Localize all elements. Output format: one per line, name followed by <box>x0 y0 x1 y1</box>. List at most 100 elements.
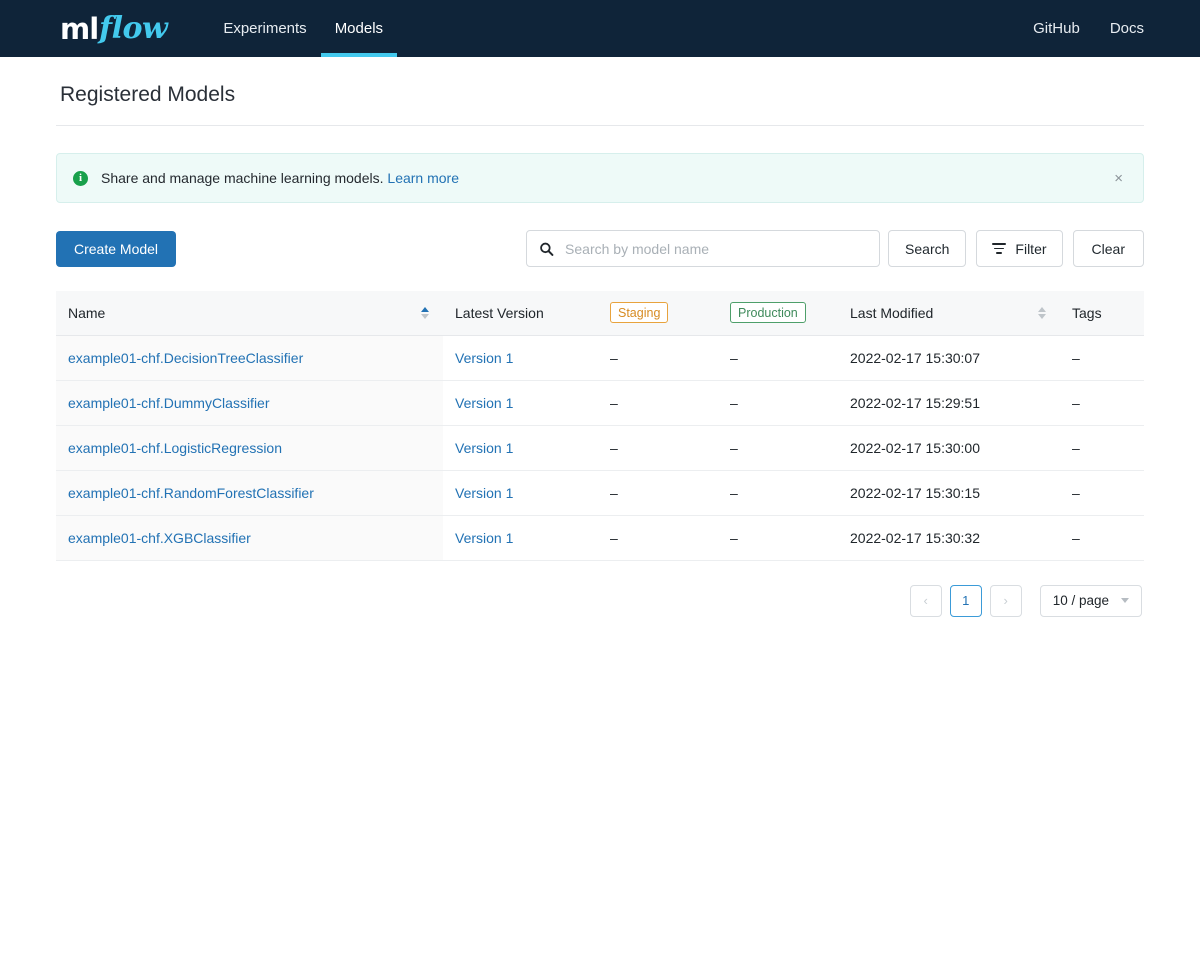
cell-model-name: example01-chf.DecisionTreeClassifier <box>56 335 443 380</box>
cell-tags: – <box>1060 470 1144 515</box>
navbar-right: GitHub Docs <box>1033 0 1144 57</box>
close-icon[interactable]: × <box>1108 167 1129 190</box>
cell-latest-version: Version 1 <box>443 470 598 515</box>
next-page-button[interactable]: › <box>990 585 1022 617</box>
column-header-tags-label: Tags <box>1072 305 1102 321</box>
clear-button[interactable]: Clear <box>1073 230 1144 267</box>
table-row: example01-chf.XGBClassifierVersion 1––20… <box>56 515 1144 560</box>
top-navbar: mlflow Experiments Models GitHub Docs <box>0 0 1200 57</box>
column-header-latest-version-label: Latest Version <box>455 305 544 321</box>
sort-last-modified-icon[interactable] <box>1038 307 1048 319</box>
logo-text-ml: ml <box>60 12 98 46</box>
model-name-link[interactable]: example01-chf.DummyClassifier <box>68 395 270 411</box>
table-body: example01-chf.DecisionTreeClassifier Vers… <box>56 335 1144 560</box>
tab-experiments[interactable]: Experiments <box>209 0 320 57</box>
search-input[interactable] <box>526 230 880 267</box>
cell-staging: – <box>598 425 718 470</box>
chevron-down-icon <box>1121 598 1129 603</box>
filter-button-label: Filter <box>1015 241 1046 257</box>
pagination: ‹ 1 › 10 / page <box>56 561 1144 617</box>
column-header-latest-version: Latest Version <box>443 291 598 335</box>
latest-version-link[interactable]: Version 1 <box>455 350 513 366</box>
tab-experiments-label: Experiments <box>223 20 306 37</box>
cell-latest-version: Version 1 <box>443 515 598 560</box>
table-row: example01-chf.DecisionTreeClassifier Vers… <box>56 335 1144 380</box>
cell-model-name: example01-chf.XGBClassifier <box>56 515 443 560</box>
column-header-production: Production <box>718 291 838 335</box>
navbar-tabs: Experiments Models <box>209 0 397 57</box>
cell-model-name: example01-chf.RandomForestClassifier <box>56 470 443 515</box>
title-divider <box>56 125 1144 126</box>
cell-last-modified: 2022-02-17 15:30:00 <box>838 425 1060 470</box>
column-header-tags: Tags <box>1060 291 1144 335</box>
cell-production: – <box>718 470 838 515</box>
mlflow-logo[interactable]: mlflow <box>60 0 167 57</box>
page-size-select[interactable]: 10 / page <box>1040 585 1142 617</box>
staging-badge: Staging <box>610 302 668 323</box>
logo-text-flow: flow <box>99 11 167 46</box>
cell-model-name: example01-chf.LogisticRegression <box>56 425 443 470</box>
cell-latest-version: Version 1 <box>443 335 598 380</box>
info-alert-banner: i Share and manage machine learning mode… <box>56 153 1144 203</box>
cell-staging: – <box>598 470 718 515</box>
filter-button[interactable]: Filter <box>976 230 1062 267</box>
latest-version-link[interactable]: Version 1 <box>455 485 513 501</box>
cell-staging: – <box>598 515 718 560</box>
cell-production: – <box>718 515 838 560</box>
page-content: Registered Models i Share and manage mac… <box>0 57 1200 617</box>
sort-name-icon[interactable] <box>421 307 431 319</box>
column-header-name-label: Name <box>68 305 105 321</box>
registered-models-table: Name Latest Version Staging <box>56 291 1144 561</box>
page-title: Registered Models <box>56 57 1144 125</box>
info-circle-icon: i <box>73 171 88 186</box>
prev-page-button[interactable]: ‹ <box>910 585 942 617</box>
cell-last-modified: 2022-02-17 15:30:15 <box>838 470 1060 515</box>
latest-version-link[interactable]: Version 1 <box>455 530 513 546</box>
cell-model-name: example01-chf.DummyClassifier <box>56 380 443 425</box>
toolbar-right-group: Search Filter Clear <box>526 230 1144 267</box>
model-name-link[interactable]: example01-chf.DecisionTreeClassifier <box>68 350 303 366</box>
tab-models-label: Models <box>335 20 383 37</box>
cell-staging: – <box>598 380 718 425</box>
cell-latest-version: Version 1 <box>443 425 598 470</box>
latest-version-link[interactable]: Version 1 <box>455 440 513 456</box>
cell-latest-version: Version 1 <box>443 380 598 425</box>
create-model-button[interactable]: Create Model <box>56 231 176 267</box>
alert-message-text: Share and manage machine learning models… <box>101 170 384 186</box>
navbar-left: mlflow Experiments Models <box>0 0 1033 57</box>
cell-staging: – <box>598 335 718 380</box>
model-name-link[interactable]: example01-chf.LogisticRegression <box>68 440 282 456</box>
docs-link[interactable]: Docs <box>1110 20 1144 37</box>
cell-last-modified: 2022-02-17 15:30:32 <box>838 515 1060 560</box>
cell-production: – <box>718 425 838 470</box>
filter-icon <box>992 243 1006 253</box>
production-badge: Production <box>730 302 806 323</box>
model-name-link[interactable]: example01-chf.XGBClassifier <box>68 530 251 546</box>
cell-last-modified: 2022-02-17 15:29:51 <box>838 380 1060 425</box>
search-button[interactable]: Search <box>888 230 966 267</box>
table-row: example01-chf.LogisticRegression Version … <box>56 425 1144 470</box>
cell-tags: – <box>1060 380 1144 425</box>
cell-tags: – <box>1060 335 1144 380</box>
column-header-last-modified-label: Last Modified <box>850 305 933 321</box>
model-name-link[interactable]: example01-chf.RandomForestClassifier <box>68 485 314 501</box>
cell-production: – <box>718 335 838 380</box>
cell-production: – <box>718 380 838 425</box>
tab-models[interactable]: Models <box>321 0 397 57</box>
latest-version-link[interactable]: Version 1 <box>455 395 513 411</box>
search-field-wrapper <box>526 230 880 267</box>
table-header-row: Name Latest Version Staging <box>56 291 1144 335</box>
column-header-last-modified[interactable]: Last Modified <box>838 291 1060 335</box>
github-link[interactable]: GitHub <box>1033 20 1080 37</box>
learn-more-link[interactable]: Learn more <box>387 170 459 186</box>
search-icon <box>539 241 554 256</box>
table-row: example01-chf.DummyClassifierVersion 1––… <box>56 380 1144 425</box>
table-row: example01-chf.RandomForestClassifier Vers… <box>56 470 1144 515</box>
cell-tags: – <box>1060 515 1144 560</box>
column-header-staging: Staging <box>598 291 718 335</box>
column-header-name[interactable]: Name <box>56 291 443 335</box>
page-number-1-button[interactable]: 1 <box>950 585 982 617</box>
cell-tags: – <box>1060 425 1144 470</box>
table-header: Name Latest Version Staging <box>56 291 1144 335</box>
cell-last-modified: 2022-02-17 15:30:07 <box>838 335 1060 380</box>
